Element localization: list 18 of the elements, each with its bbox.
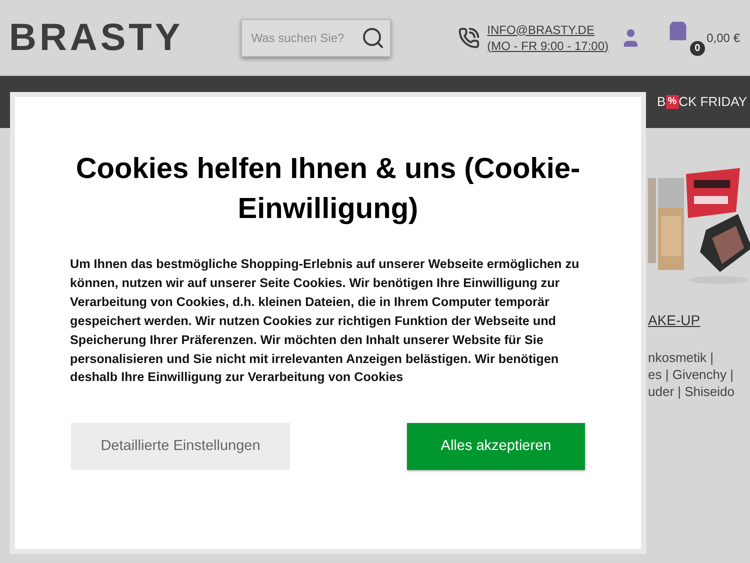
accept-button[interactable]: Alles akzeptieren	[407, 423, 585, 470]
brand-links-text: uder | Shiseido	[648, 383, 736, 400]
brand-links-text: nkosmetik |	[648, 349, 715, 366]
sale-badge: %	[666, 94, 679, 109]
logo[interactable]: BRASTY	[9, 18, 184, 56]
nav-item-start[interactable]: B	[657, 92, 666, 112]
settings-button[interactable]: Detaillierte Einstellungen	[71, 423, 290, 470]
email-link[interactable]: INFO@BRASTY.DE	[487, 22, 609, 38]
cart-total: 0,00 €	[706, 30, 740, 46]
hours-link[interactable]: (MO - FR 9:00 - 17:00)	[487, 38, 609, 54]
search-icon[interactable]	[361, 26, 386, 50]
category-link[interactable]: AKE-UP	[648, 310, 750, 331]
dialog-text: Um Ihnen das bestmögliche Shopping-Erlebnis auf unserer Webseite ermöglichen zu können, nutzen wir auf unserer Seite Cookies. Wir benötigen Ihre Einwilligung zur Verarbeitung von Cookies, d.h. kleinen Dateien, die in Ihrem Computer temporär gespeichert werden. Wir nutzen Cookies zur richtigen Funktion der Webseite und Speicherung Ihrer Präferenzen. Wir möchten den Inhalt unserer Website für Sie personalisieren und Sie nicht mit irrelevanten Anzeigen belästigen. Wir benötigen deshalb Ihre Einwilligung zur Verarbeitung von Cookies	[70, 256, 580, 386]
cart-count-badge: 0	[690, 40, 705, 56]
nav-item-end[interactable]: CK FRIDAY	[678, 92, 747, 112]
brand-links-text: es | Givenchy |	[648, 366, 735, 383]
dialog-title: Cookies helfen Ihnen & uns (Cookie-Einwilligung)	[74, 152, 582, 227]
search-field[interactable]: Was suchen Sie?	[241, 18, 392, 56]
